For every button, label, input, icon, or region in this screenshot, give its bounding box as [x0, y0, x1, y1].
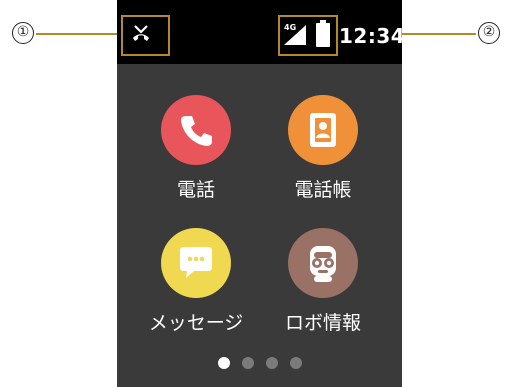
robot-face-icon — [288, 228, 358, 298]
app-label-robot-info: ロボ情報 — [284, 312, 361, 334]
app-robot-info[interactable]: ロボ情報 — [268, 228, 378, 335]
page-dot-2[interactable] — [241, 357, 254, 369]
page-dot-4[interactable] — [289, 357, 302, 369]
page-dot-1[interactable] — [217, 357, 230, 369]
callout-number-2: ② — [478, 22, 500, 44]
app-phone[interactable]: 電話 — [141, 95, 251, 202]
contacts-book-icon — [288, 95, 358, 165]
page-indicator — [117, 357, 402, 369]
message-icon — [161, 228, 231, 298]
phone-icon — [161, 95, 231, 165]
status-time: 12:34 — [339, 24, 402, 48]
page-dot-3[interactable] — [265, 357, 278, 369]
status-left-area — [121, 15, 170, 56]
status-right-area — [278, 15, 338, 56]
callout-line-1 — [36, 33, 122, 35]
app-contacts[interactable]: 電話帳 — [268, 95, 378, 202]
app-label-messages: メッセージ — [148, 312, 244, 334]
phone-screen: 4G 12:34 電話 電話帳 メッセージ ロボ情報 — [117, 0, 402, 387]
callout-number-1: ① — [12, 22, 34, 44]
app-label-contacts: 電話帳 — [294, 179, 352, 201]
app-messages[interactable]: メッセージ — [141, 228, 251, 335]
app-label-phone: 電話 — [176, 179, 215, 201]
